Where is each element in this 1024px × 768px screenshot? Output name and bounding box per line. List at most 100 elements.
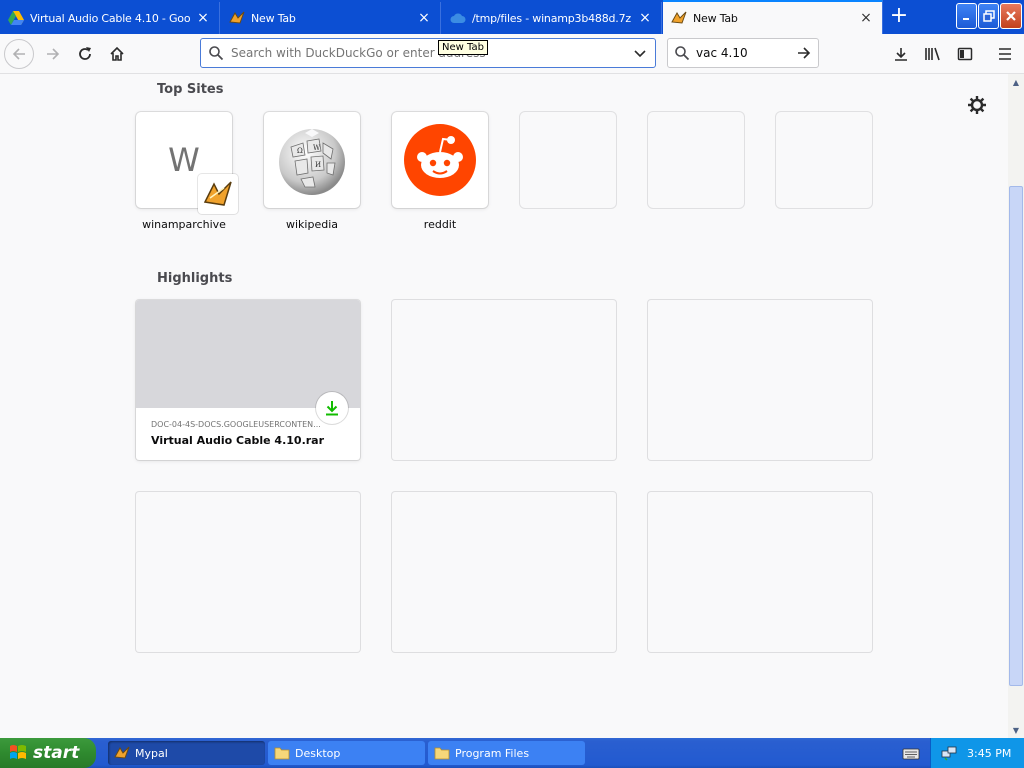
- hamburger-menu-icon: [999, 48, 1011, 60]
- search-icon: [668, 45, 696, 61]
- start-button[interactable]: start: [0, 738, 96, 768]
- wikipedia-globe-icon: Ω W И: [279, 129, 345, 195]
- top-site-tile[interactable]: W: [136, 112, 238, 214]
- reload-button[interactable]: [70, 39, 100, 69]
- system-tray: 3:45 PM: [930, 738, 1024, 768]
- taskbar-item-label: Desktop: [295, 746, 341, 760]
- reddit-icon: [404, 124, 476, 196]
- new-tab-button[interactable]: +: [888, 5, 910, 28]
- top-site-winamparchive[interactable]: W winamparchive: [136, 112, 238, 231]
- url-input[interactable]: [231, 40, 625, 66]
- library-button[interactable]: [918, 39, 948, 69]
- scroll-down-icon[interactable]: ▼: [1008, 722, 1024, 738]
- top-site-tile[interactable]: Ω W И: [264, 112, 360, 208]
- highlight-card-empty: [136, 492, 360, 652]
- top-site-label: reddit: [423, 218, 457, 231]
- gear-icon[interactable]: [966, 94, 988, 116]
- top-site-empty[interactable]: [648, 112, 744, 208]
- tab-new-tab-active[interactable]: New Tab ×: [663, 0, 883, 34]
- top-site-label: wikipedia: [285, 218, 338, 231]
- taskbar: start Mypal Desktop Program Files 3:45 P…: [0, 738, 1024, 768]
- vertical-scrollbar[interactable]: ▲ ▼: [1008, 74, 1024, 738]
- search-bar[interactable]: vac 4.10: [667, 38, 819, 68]
- menu-button[interactable]: [990, 39, 1020, 69]
- chevron-down-icon[interactable]: [625, 46, 655, 60]
- clock: 3:45 PM: [967, 746, 1012, 760]
- taskbar-item-mypal[interactable]: Mypal: [108, 741, 265, 765]
- empty-top-site-tile[interactable]: [776, 112, 872, 208]
- home-icon: [110, 46, 124, 61]
- keyboard-icon[interactable]: [902, 745, 920, 761]
- empty-top-site-tile[interactable]: [648, 112, 744, 208]
- tab-virtual-audio-cable[interactable]: Virtual Audio Cable 4.10 - Google ×: [0, 2, 220, 34]
- tooltip: New Tab: [438, 40, 488, 55]
- card-host: DOC-04-4S-DOCS.GOOGLEUSERCONTEN...: [151, 420, 321, 429]
- new-tab-page: Top Sites W winamparchive Ω W И wikipedi…: [0, 74, 1008, 738]
- tab-title: New Tab: [693, 11, 738, 25]
- winamp-icon: [114, 745, 130, 761]
- taskbar-item-label: Mypal: [135, 746, 168, 760]
- close-tab-icon[interactable]: ×: [416, 10, 432, 26]
- card-title: Virtual Audio Cable 4.10.rar: [151, 434, 325, 447]
- highlights-heading[interactable]: Highlights: [157, 271, 232, 286]
- search-icon: [201, 45, 231, 61]
- scroll-up-icon[interactable]: ▲: [1008, 74, 1024, 90]
- tab-title: Virtual Audio Cable 4.10 - Google: [30, 11, 191, 25]
- close-window-button[interactable]: [1000, 3, 1022, 29]
- restore-button[interactable]: [978, 3, 999, 29]
- close-tab-icon[interactable]: ×: [195, 10, 211, 26]
- google-drive-icon: [8, 10, 24, 26]
- tab-title: New Tab: [251, 11, 296, 25]
- minimize-button[interactable]: [956, 3, 977, 29]
- back-button[interactable]: [4, 39, 34, 69]
- cloud-icon: [450, 10, 466, 26]
- winamp-icon: [671, 10, 687, 26]
- sidebar-button[interactable]: [950, 39, 980, 69]
- highlight-card-empty: [648, 492, 872, 652]
- start-label: start: [33, 743, 80, 763]
- taskbar-item-program-files[interactable]: Program Files: [428, 741, 585, 765]
- taskbar-item-label: Program Files: [455, 746, 530, 760]
- top-site-empty[interactable]: [520, 112, 616, 208]
- search-input[interactable]: vac 4.10: [696, 46, 790, 60]
- forward-arrow-icon: [47, 48, 60, 60]
- highlight-card-empty: [392, 492, 616, 652]
- top-site-reddit[interactable]: reddit: [392, 112, 488, 231]
- sidebar-icon: [957, 47, 973, 61]
- svg-text:Ω: Ω: [297, 147, 303, 155]
- top-site-wikipedia[interactable]: Ω W И wikipedia: [264, 112, 360, 231]
- winamp-icon: [198, 174, 238, 214]
- downloads-button[interactable]: [886, 39, 916, 69]
- close-tab-icon[interactable]: ×: [637, 10, 653, 26]
- highlight-card[interactable]: DOC-04-4S-DOCS.GOOGLEUSERCONTEN... Virtu…: [136, 300, 360, 460]
- download-icon: [895, 48, 907, 61]
- library-icon: [925, 47, 940, 61]
- close-tab-icon[interactable]: ×: [858, 10, 874, 26]
- top-site-tile[interactable]: [392, 112, 488, 208]
- taskbar-item-desktop[interactable]: Desktop: [268, 741, 425, 765]
- browser-window: Virtual Audio Cable 4.10 - Google × New …: [0, 0, 1024, 768]
- folder-icon: [434, 745, 450, 761]
- empty-top-site-tile[interactable]: [520, 112, 616, 208]
- windows-logo-icon: [10, 745, 26, 759]
- forward-button[interactable]: [38, 39, 68, 69]
- go-arrow-icon[interactable]: [790, 45, 818, 61]
- top-sites-heading[interactable]: Top Sites: [157, 82, 224, 97]
- home-button[interactable]: [102, 39, 132, 69]
- svg-text:И: И: [315, 161, 321, 169]
- reload-icon: [79, 47, 91, 60]
- tab-strip: Virtual Audio Cable 4.10 - Google × New …: [0, 0, 1024, 34]
- tab-tmp-files[interactable]: /tmp/files - winamp3b488d.7z ×: [442, 2, 662, 34]
- site-letter: W: [168, 141, 200, 179]
- nav-toolbar: vac 4.10: [0, 34, 1024, 74]
- folder-icon: [274, 745, 290, 761]
- tab-new-tab-1[interactable]: New Tab ×: [221, 2, 441, 34]
- back-arrow-icon: [12, 48, 25, 60]
- network-icon[interactable]: [941, 745, 957, 761]
- url-bar[interactable]: [200, 38, 656, 68]
- highlight-card-empty: [392, 300, 616, 460]
- scrollbar-thumb[interactable]: [1009, 186, 1023, 686]
- winamp-icon: [229, 10, 245, 26]
- tab-title: /tmp/files - winamp3b488d.7z: [472, 11, 631, 25]
- top-site-empty[interactable]: [776, 112, 872, 208]
